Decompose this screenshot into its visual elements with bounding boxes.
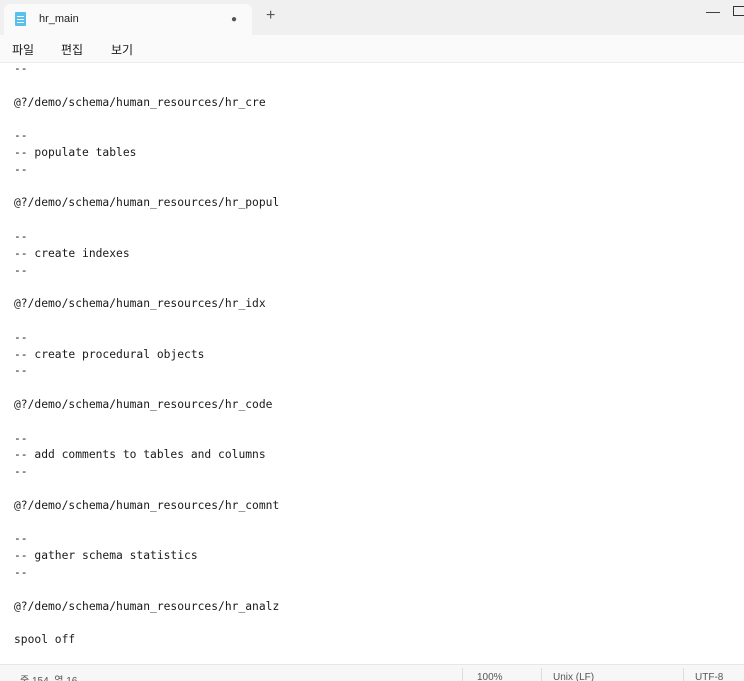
editor-line: -- populate tables — [14, 146, 137, 159]
editor-line: @?/demo/schema/human_resources/hr_cre — [14, 95, 266, 109]
editor-line: -- — [14, 566, 28, 579]
editor-line: spool off — [14, 633, 76, 647]
document-tab[interactable]: hr_main ● — [4, 4, 252, 35]
editor-line: @?/demo/schema/human_resources/hr_popul — [14, 196, 280, 210]
status-divider — [462, 668, 463, 681]
editor-line: -- — [14, 431, 28, 445]
editor-line: @?/demo/schema/human_resources/hr_code — [14, 398, 273, 411]
menu-view[interactable]: 보기 — [111, 41, 133, 58]
status-divider — [541, 668, 542, 681]
unsaved-indicator-icon[interactable]: ● — [231, 14, 237, 25]
editor-line: -- — [14, 63, 28, 75]
tab-title: hr_main — [39, 13, 79, 25]
editor-line: -- gather schema statistics — [14, 549, 198, 563]
editor-line: -- — [14, 263, 28, 277]
new-tab-button[interactable]: + — [266, 8, 275, 24]
menu-file[interactable]: 파일 — [12, 41, 34, 58]
maximize-button[interactable] — [733, 6, 744, 16]
encoding[interactable]: UTF-8 — [695, 672, 723, 681]
status-bar: 줄 154, 열 16 100% Unix (LF) UTF-8 — [0, 664, 744, 681]
editor-line: -- — [14, 230, 28, 243]
text-editor[interactable]: -- @?/demo/schema/human_resources/hr_cre -… — [0, 63, 744, 663]
cursor-position: 줄 154, 열 16 — [20, 672, 77, 681]
line-ending[interactable]: Unix (LF) — [553, 672, 594, 681]
zoom-level[interactable]: 100% — [477, 672, 503, 681]
editor-line: -- — [14, 465, 28, 479]
editor-line: -- — [14, 129, 28, 143]
editor-line: -- create procedural objects — [14, 347, 205, 361]
menu-edit[interactable]: 편집 — [61, 41, 83, 58]
status-divider — [683, 668, 684, 681]
minimize-button[interactable]: — — [706, 3, 720, 19]
title-bar: hr_main ● + — — [0, 0, 744, 35]
editor-line: @?/demo/schema/human_resources/hr_analz — [14, 599, 280, 613]
editor-line: @?/demo/schema/human_resources/hr_comnt — [14, 498, 280, 512]
notepad-icon — [15, 12, 26, 26]
editor-line: -- — [14, 162, 28, 176]
menu-bar: 파일 편집 보기 — [0, 35, 744, 63]
editor-line: -- — [14, 330, 28, 344]
editor-line: -- create indexes — [14, 246, 130, 260]
editor-line: -- add comments to tables and columns — [14, 448, 266, 462]
editor-line: -- — [14, 364, 28, 378]
editor-line: -- — [14, 532, 28, 546]
editor-line: @?/demo/schema/human_resources/hr_idx — [14, 297, 266, 311]
